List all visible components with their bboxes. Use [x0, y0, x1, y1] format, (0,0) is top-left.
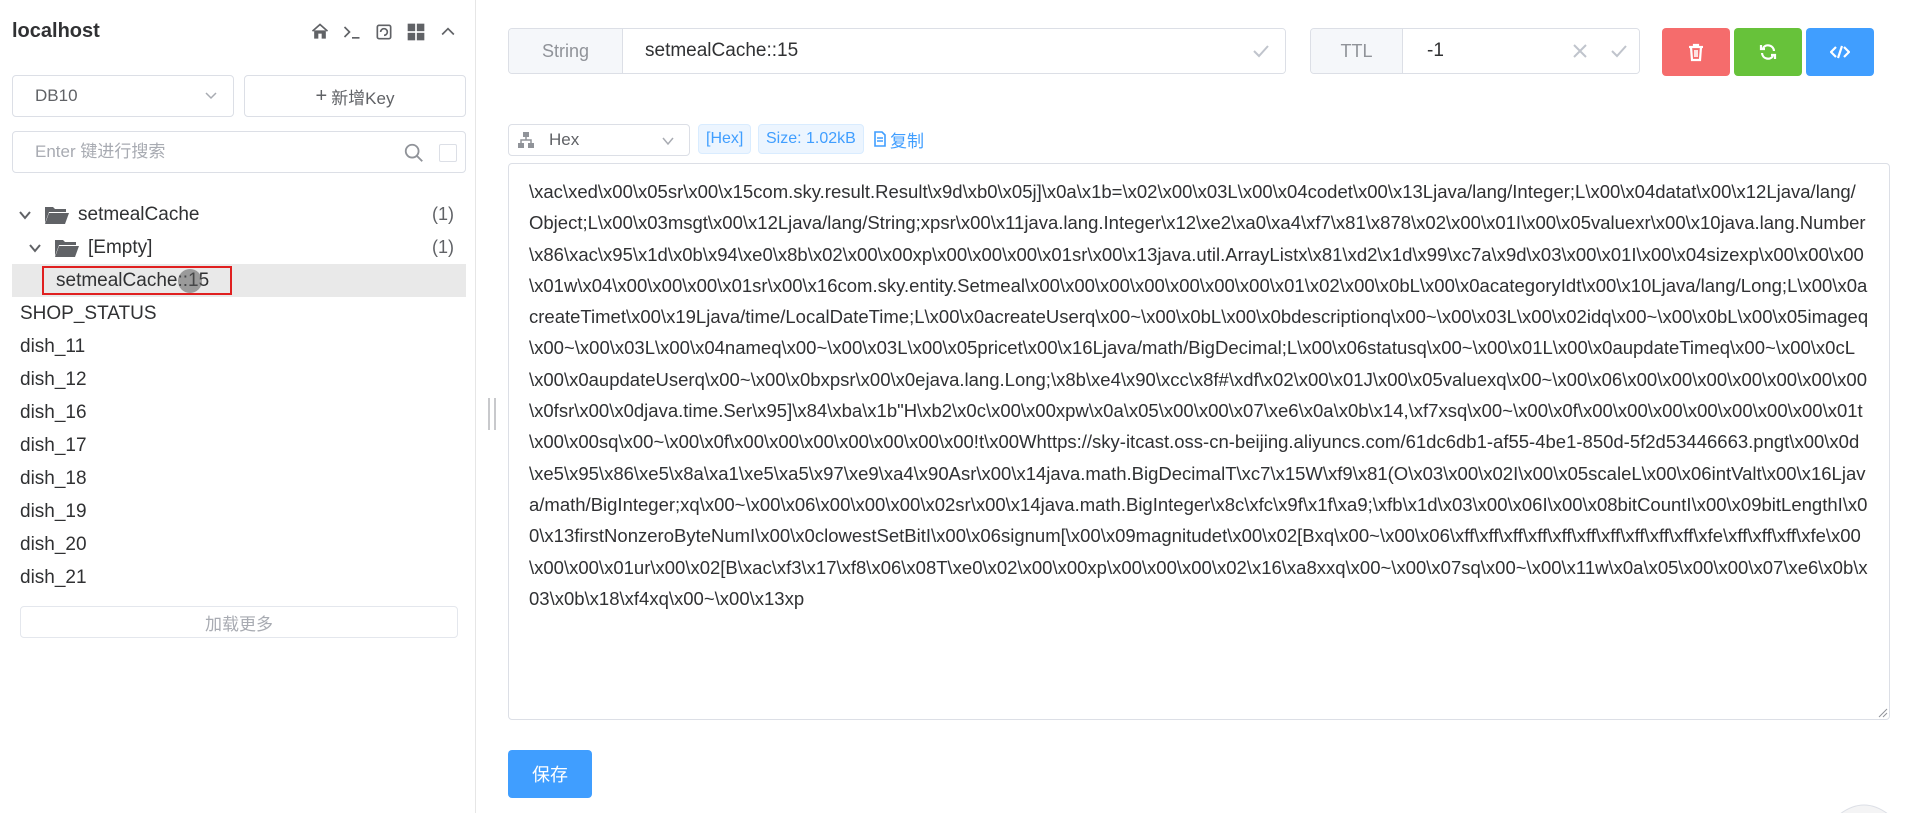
sitemap-icon: [518, 132, 534, 148]
check-icon[interactable]: [1237, 29, 1285, 73]
key-row[interactable]: dish_12: [20, 363, 87, 396]
search-input[interactable]: [13, 132, 403, 172]
chevron-up-icon[interactable]: [436, 20, 460, 44]
key-row[interactable]: dish_21: [20, 561, 87, 594]
resize-grip-icon[interactable]: [1878, 708, 1888, 718]
key-name-group: String: [508, 28, 1286, 74]
key-row[interactable]: dish_20: [20, 528, 87, 561]
chevron-down-icon: [662, 137, 674, 146]
delete-key-button[interactable]: [1662, 28, 1730, 76]
db-select-value: DB10: [35, 86, 78, 105]
value-textarea[interactable]: \xac\xed\x00\x05sr\x00\x15com.sky.result…: [508, 163, 1890, 720]
refresh-icon: [1759, 44, 1777, 60]
key-row[interactable]: dish_16: [20, 396, 87, 429]
tree-folder-label: setmealCache: [78, 203, 200, 225]
clear-icon[interactable]: [1561, 29, 1599, 73]
ttl-input[interactable]: [1403, 29, 1561, 73]
save-button[interactable]: 保存: [508, 750, 592, 798]
dump-command-button[interactable]: [1806, 28, 1874, 76]
key-row[interactable]: dish_19: [20, 495, 87, 528]
copy-label: 复制: [890, 131, 924, 151]
connection-toolbar: [308, 20, 460, 44]
chevron-down-icon: [19, 210, 31, 220]
refresh-icon[interactable]: [372, 20, 396, 44]
db-select[interactable]: DB10: [12, 75, 234, 117]
view-format-value: Hex: [549, 130, 580, 149]
chevron-down-icon: [29, 243, 41, 253]
home-icon[interactable]: [308, 20, 332, 44]
key-row[interactable]: dish_17: [20, 429, 87, 462]
document-icon: [874, 131, 886, 147]
connection-title: localhost: [12, 20, 100, 42]
tree-subfolder-label: [Empty]: [88, 236, 153, 258]
copy-button[interactable]: 复制: [872, 124, 924, 154]
check-icon[interactable]: [1599, 29, 1639, 73]
tree-folder-count: (1): [432, 204, 454, 224]
size-tag: Size: 1.02kB: [758, 124, 864, 154]
tree-folder-setmealcache[interactable]: setmealCache (1): [18, 198, 466, 231]
grid-icon[interactable]: [404, 20, 428, 44]
tree-folder-empty[interactable]: [Empty] (1): [28, 231, 466, 264]
highlight-box: [42, 266, 232, 295]
key-type-label: String: [509, 29, 623, 73]
key-detail-panel: String TTL Hex [Hex] Size: 1.02kB: [476, 0, 1919, 813]
terminal-icon[interactable]: [340, 20, 364, 44]
chevron-down-icon: [205, 92, 217, 100]
view-format-select[interactable]: Hex: [508, 124, 690, 156]
key-row[interactable]: dish_18: [20, 462, 87, 495]
folder-open-icon: [45, 206, 69, 224]
tree-subfolder-count: (1): [432, 237, 454, 257]
app-window: localhost DB10 + 新增Key Enter 键进行搜索 setme…: [0, 0, 1919, 813]
search-icon[interactable]: [403, 142, 425, 164]
ttl-group: TTL: [1310, 28, 1640, 74]
code-icon: [1830, 45, 1850, 59]
exact-search-checkbox[interactable]: [439, 144, 457, 162]
add-key-button[interactable]: + 新增Key: [244, 75, 466, 117]
tree-key-selected[interactable]: setmealCache::15: [12, 264, 466, 297]
mouse-cursor: [178, 269, 202, 293]
ttl-label: TTL: [1311, 29, 1403, 73]
key-name-input[interactable]: [623, 29, 1237, 73]
plus-icon: +: [315, 84, 328, 107]
folder-open-icon: [55, 239, 79, 257]
trash-icon: [1689, 43, 1703, 62]
refresh-key-button[interactable]: [1734, 28, 1802, 76]
sidebar: localhost DB10 + 新增Key Enter 键进行搜索 setme…: [0, 0, 476, 813]
format-tag: [Hex]: [698, 124, 752, 154]
search-box: [12, 131, 466, 173]
load-more-button[interactable]: 加载更多: [20, 606, 458, 638]
key-row[interactable]: dish_11: [20, 330, 85, 363]
scroll-top-icon[interactable]: [1834, 796, 1894, 813]
key-row[interactable]: SHOP_STATUS: [20, 297, 157, 330]
add-key-label: 新增Key: [331, 88, 395, 108]
